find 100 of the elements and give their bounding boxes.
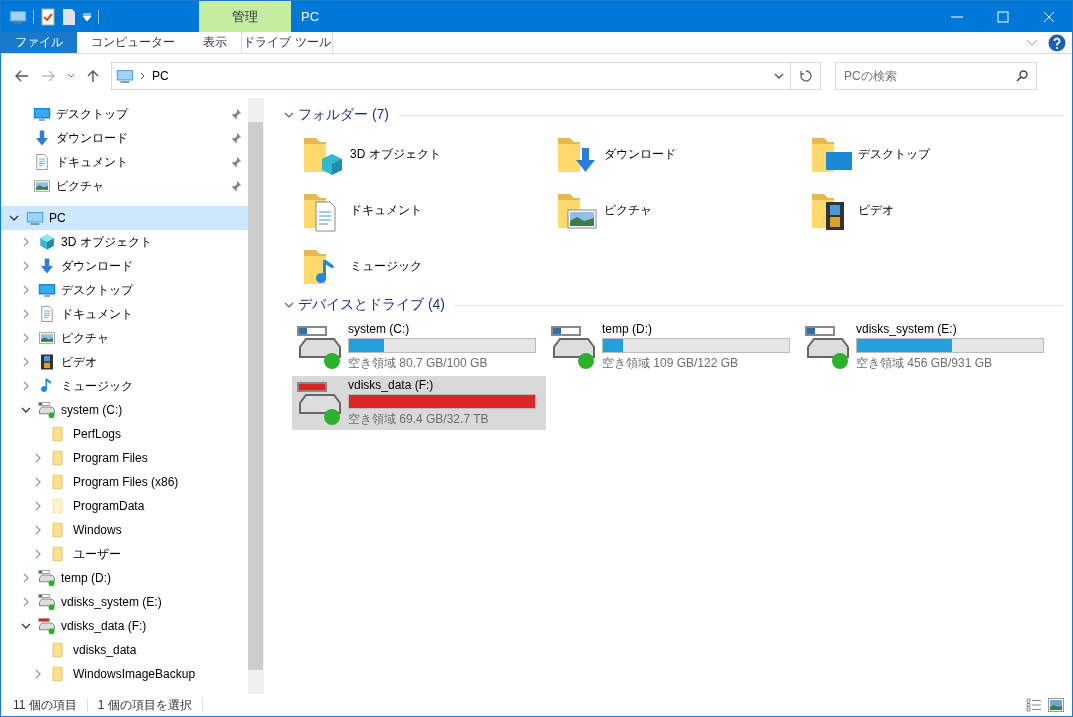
free-space-text: 空き領域 109 GB/122 GB <box>602 355 740 372</box>
chevron-right-icon[interactable] <box>34 669 42 679</box>
selection-count: 1 個の項目を選択 <box>97 696 192 714</box>
checklist-icon[interactable] <box>40 7 56 26</box>
tree-item[interactable]: Program Files (x86) <box>1 470 248 494</box>
chevron-right-icon[interactable] <box>22 573 30 583</box>
drive-tile[interactable]: vdisks_data (F:) 空き領域 69.4 GB/32.7 TB <box>292 376 546 430</box>
tree-item[interactable]: system (C:) <box>1 398 248 422</box>
window-title: PC <box>300 8 321 26</box>
chevron-right-icon[interactable] <box>22 309 30 319</box>
tree-item[interactable]: ピクチャ <box>1 326 248 350</box>
details-view-icon[interactable] <box>1026 698 1042 712</box>
drive-tile[interactable]: vdisks_system (E:) 空き領域 456 GB/931 GB <box>800 320 1054 374</box>
tree-item-label: vdisks_system (E:) <box>61 595 162 609</box>
drive-icon <box>296 379 344 427</box>
chevron-down-icon[interactable] <box>284 111 294 119</box>
drive-tile[interactable]: temp (D:) 空き領域 109 GB/122 GB <box>546 320 800 374</box>
tree-item[interactable]: デスクトップ <box>1 278 248 302</box>
expand-ribbon-icon[interactable] <box>1026 38 1038 47</box>
dropdown-icon[interactable] <box>82 11 92 22</box>
chevron-right-icon[interactable] <box>34 477 42 487</box>
tree-item[interactable]: vdisks_data (F:) <box>1 614 248 638</box>
picture-icon <box>33 177 51 195</box>
chevron-right-icon[interactable] <box>34 525 42 535</box>
tree-item-label: system (C:) <box>61 403 123 417</box>
page-icon[interactable] <box>62 7 76 26</box>
chevron-right-icon[interactable] <box>34 549 42 559</box>
search-icon <box>1016 70 1028 82</box>
folder-tile[interactable]: ミュージック <box>302 238 556 294</box>
document-icon <box>38 305 56 323</box>
drive-name: system (C:) <box>348 322 411 336</box>
tree-item[interactable]: ミュージック <box>1 374 248 398</box>
tree-item-label: PerfLogs <box>73 427 122 441</box>
monitor-icon <box>38 281 56 299</box>
search-field[interactable]: PCの検索 <box>835 62 1037 90</box>
tree-item[interactable]: PerfLogs <box>1 422 248 446</box>
tree-item-label: vdisks_data (F:) <box>61 619 147 633</box>
tree-item[interactable]: ドキュメント <box>1 302 248 326</box>
folder-tile[interactable]: ダウンロード <box>556 126 810 182</box>
tree-item-label: Program Files (x86) <box>73 475 179 489</box>
cube-icon <box>38 233 56 251</box>
tree-item-label: ミュージック <box>61 377 133 395</box>
drive-icon <box>804 323 852 371</box>
tree-item[interactable]: WindowsImageBackup <box>1 662 248 686</box>
address-path: PC <box>152 69 170 83</box>
tree-item[interactable]: temp (D:) <box>1 566 248 590</box>
chevron-right-icon[interactable] <box>22 357 30 367</box>
tree-item[interactable]: ビデオ <box>1 350 248 374</box>
quick-access-item[interactable]: ドキュメント <box>1 150 248 174</box>
tree-item[interactable]: ユーザー <box>1 542 248 566</box>
tree-item[interactable]: 3D オブジェクト <box>1 230 248 254</box>
folder-name: 3D オブジェクト <box>350 145 441 163</box>
tree-item[interactable]: PC <box>1 206 248 230</box>
quick-access-item[interactable]: ダウンロード <box>1 126 248 150</box>
help-icon[interactable] <box>1048 33 1066 52</box>
tree-item[interactable]: vdisks_system (E:) <box>1 590 248 614</box>
tree-item-label: WindowsImageBackup <box>73 667 196 681</box>
large-icons-view-icon[interactable] <box>1048 698 1064 712</box>
tree-item[interactable]: ProgramData <box>1 494 248 518</box>
address-bar[interactable]: PC <box>111 62 821 90</box>
folder-tile[interactable]: ビデオ <box>810 182 1064 238</box>
chevron-right-icon[interactable] <box>22 261 30 271</box>
chevron-down-icon <box>67 73 75 79</box>
computer-icon <box>26 209 44 227</box>
chevron-right-icon[interactable] <box>22 333 30 343</box>
folder-tile[interactable]: ドキュメント <box>302 182 556 238</box>
chevron-right-icon[interactable] <box>22 285 30 295</box>
chevron-down-icon[interactable] <box>9 214 19 222</box>
chevron-down-icon[interactable] <box>21 622 31 630</box>
tree-item[interactable]: ダウンロード <box>1 254 248 278</box>
ribbon-tab[interactable]: ファイル <box>1 32 77 53</box>
tree-item[interactable]: Windows <box>1 518 248 542</box>
chevron-down-icon[interactable] <box>774 72 784 80</box>
tree-item[interactable]: vdisks_data <box>1 638 248 662</box>
folder-name: ピクチャ <box>604 201 652 219</box>
forward-arrow-icon <box>41 70 55 82</box>
group-title[interactable]: デバイスとドライブ (4) <box>298 296 445 314</box>
chevron-down-icon[interactable] <box>21 406 31 414</box>
quick-access-item[interactable]: ピクチャ <box>1 174 248 198</box>
drive-tile[interactable]: system (C:) 空き領域 80.7 GB/100 GB <box>292 320 546 374</box>
chevron-right-icon[interactable] <box>22 597 30 607</box>
chevron-down-icon[interactable] <box>284 301 294 309</box>
drive-icon <box>38 569 56 587</box>
folder-tile[interactable]: デスクトップ <box>810 126 1064 182</box>
folder-tile[interactable]: 3D オブジェクト <box>302 126 556 182</box>
picture-icon <box>38 329 56 347</box>
monitor-icon <box>33 105 51 123</box>
ribbon-tab[interactable]: ドライブ ツール <box>241 32 333 53</box>
tree-item[interactable]: Program Files <box>1 446 248 470</box>
chevron-right-icon[interactable] <box>34 453 42 463</box>
group-title[interactable]: フォルダー (7) <box>298 106 389 124</box>
quick-access-label: ダウンロード <box>56 129 128 147</box>
quick-access-item[interactable]: デスクトップ <box>1 102 248 126</box>
chevron-right-icon[interactable] <box>34 501 42 511</box>
quick-access-label: デスクトップ <box>56 105 128 123</box>
scrollbar[interactable] <box>247 98 264 694</box>
chevron-right-icon[interactable] <box>22 381 30 391</box>
folder-name: ミュージック <box>350 257 422 275</box>
folder-tile[interactable]: ピクチャ <box>556 182 810 238</box>
chevron-right-icon[interactable] <box>22 237 30 247</box>
